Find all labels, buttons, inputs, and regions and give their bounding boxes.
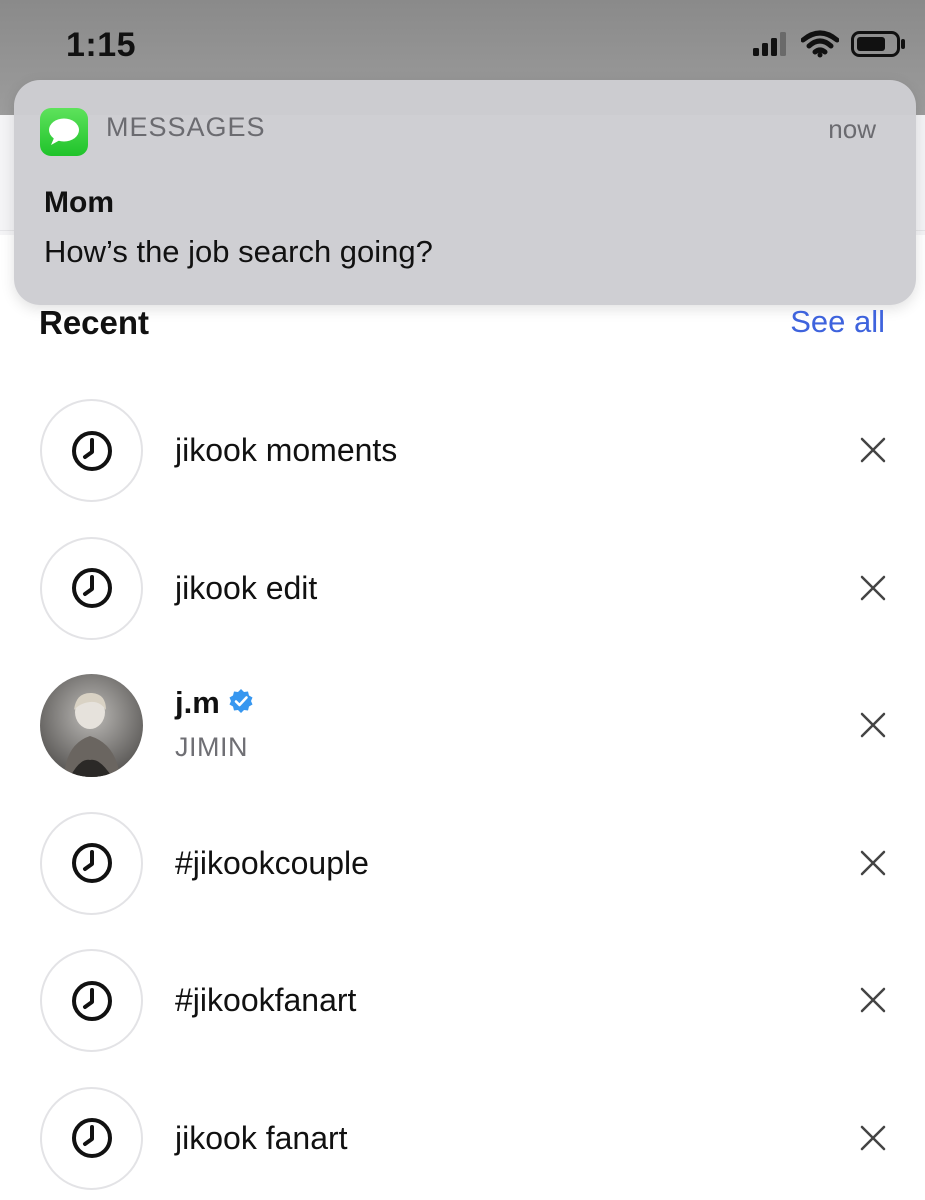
remove-icon[interactable] bbox=[859, 436, 887, 464]
recent-list: jikook moments jikook edit j.m JIMIN #ji… bbox=[0, 380, 925, 1200]
clock-icon bbox=[40, 811, 143, 915]
battery-icon bbox=[851, 31, 907, 57]
clock-icon bbox=[40, 949, 143, 1052]
remove-icon[interactable] bbox=[859, 849, 887, 877]
verified-badge-icon bbox=[228, 688, 254, 719]
clock-icon bbox=[40, 1086, 143, 1190]
notification-sender: Mom bbox=[44, 186, 114, 219]
status-time: 1:15 bbox=[66, 26, 137, 64]
see-all-link[interactable]: See all bbox=[790, 304, 885, 340]
recent-search-label: #jikookfanart bbox=[175, 982, 357, 1018]
messages-bubble-icon bbox=[40, 108, 88, 156]
recent-search-label: jikook edit bbox=[175, 569, 318, 606]
message-notification[interactable]: MESSAGES now Mom How’s the job search go… bbox=[14, 80, 916, 305]
screen: 1:15 MESSAGES now Mom How’s the job sear… bbox=[0, 0, 925, 1200]
clock-icon bbox=[40, 536, 143, 640]
recent-search-label: jikook fanart bbox=[175, 1119, 348, 1156]
recent-search-item[interactable]: jikook fanart bbox=[0, 1068, 925, 1200]
recent-title: Recent bbox=[39, 304, 150, 341]
recent-search-label: jikook moments bbox=[175, 432, 398, 468]
account-username: j.m bbox=[175, 685, 220, 720]
remove-icon[interactable] bbox=[859, 711, 887, 739]
wifi-icon bbox=[801, 30, 839, 58]
remove-icon[interactable] bbox=[859, 986, 887, 1014]
recent-search-label: #jikookcouple bbox=[175, 844, 369, 881]
recent-account-item[interactable]: j.m JIMIN bbox=[0, 655, 925, 793]
account-name-row: j.m bbox=[175, 685, 254, 721]
recent-search-item[interactable]: jikook moments bbox=[0, 380, 925, 518]
clock-icon bbox=[40, 399, 143, 502]
remove-icon[interactable] bbox=[859, 1124, 887, 1152]
recent-search-item[interactable]: jikook edit bbox=[0, 518, 925, 656]
notification-body: How’s the job search going? bbox=[44, 234, 433, 269]
remove-icon[interactable] bbox=[859, 574, 887, 602]
status-bar: 1:15 bbox=[0, 0, 925, 90]
cellular-signal-icon bbox=[753, 32, 789, 56]
notification-time: now bbox=[828, 114, 876, 144]
account-full-name: JIMIN bbox=[175, 732, 248, 762]
avatar bbox=[40, 674, 143, 777]
recent-search-item[interactable]: #jikookcouple bbox=[0, 793, 925, 931]
notification-app-name: MESSAGES bbox=[106, 112, 266, 142]
recent-search-item[interactable]: #jikookfanart bbox=[0, 930, 925, 1068]
status-icons bbox=[753, 30, 907, 58]
